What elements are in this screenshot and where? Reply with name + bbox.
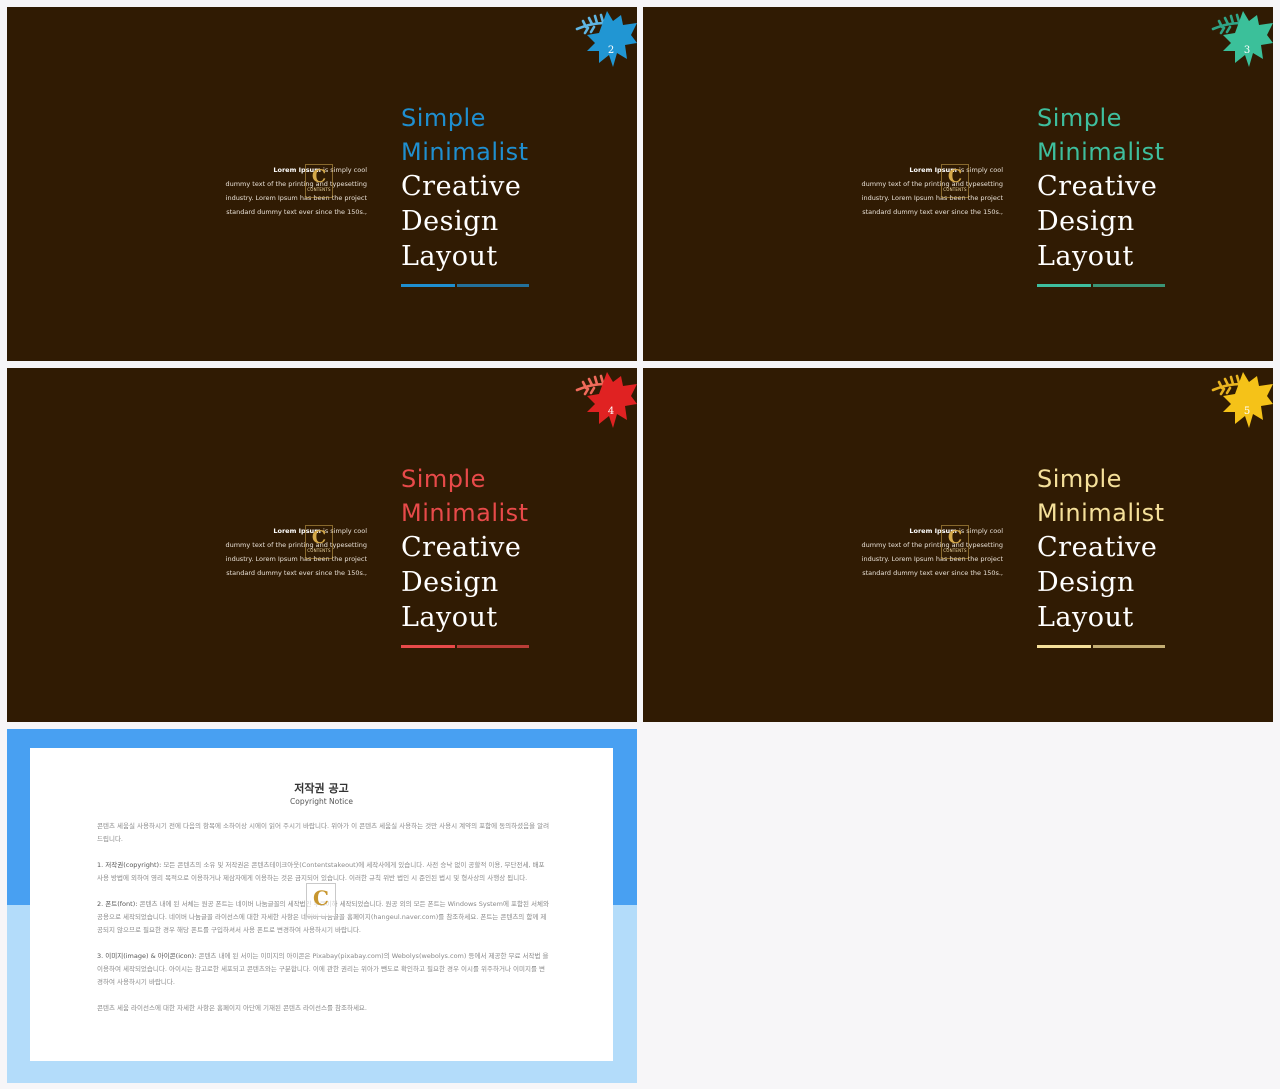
notice-section-text: 모든 콘텐츠의 소유 및 저작권은 콘텐츠테이크아웃(Contentstakeo… (97, 861, 545, 882)
contents-logo: C CONTENTS (305, 525, 333, 559)
notice-subtitle: Copyright Notice (290, 797, 353, 806)
title-line-simple: Simple (1037, 104, 1122, 132)
title-line-simple: Simple (401, 104, 486, 132)
title-underline (401, 645, 529, 648)
body-line-3: industry. Lorem Ipsum has been the proje… (861, 194, 1003, 202)
title-line-creative: Creative (401, 532, 522, 563)
copyright-notice-card: 저작권 공고 Copyright Notice 콘텐츠 세움실 사용하시기 전에… (30, 748, 613, 1061)
maple-leaf-icon (1211, 11, 1273, 67)
title-line-design: Design (1037, 567, 1135, 598)
maple-leaf-icon (575, 11, 637, 67)
slide-title: Simple Minimalist Creative Design Layout (401, 101, 529, 274)
logo-letter: C (313, 886, 329, 910)
body-line-3: industry. Lorem Ipsum has been the proje… (225, 555, 367, 563)
title-line-minimalist: Minimalist (401, 499, 529, 527)
body-line-4: standard dummy text ever since the 150s.… (226, 569, 367, 577)
title-line-creative: Creative (401, 171, 522, 202)
notice-section-label: 3. 이미지(image) & 아이콘(icon): (97, 952, 197, 960)
body-line-3: industry. Lorem Ipsum has been the proje… (225, 194, 367, 202)
title-line-simple: Simple (1037, 465, 1122, 493)
notice-title: 저작권 공고 (294, 782, 349, 795)
logo-letter: C (947, 166, 963, 187)
title-line-design: Design (401, 567, 499, 598)
maple-leaf-icon (575, 372, 637, 428)
slide-thumbnail-copyright[interactable]: 저작권 공고 Copyright Notice 콘텐츠 세움실 사용하시기 전에… (7, 729, 637, 1083)
body-line-2: dummy text of the printing and typesetti… (225, 180, 367, 188)
logo-word: CONTENTS (307, 187, 331, 192)
title-line-simple: Simple (401, 465, 486, 493)
title-line-creative: Creative (1037, 532, 1158, 563)
notice-section-image: 3. 이미지(image) & 아이콘(icon): 콘텐츠 내에 된 서이는 … (97, 950, 550, 989)
title-line-minimalist: Minimalist (401, 138, 529, 166)
title-underline (1037, 284, 1165, 287)
body-line-2: dummy text of the printing and typesetti… (225, 541, 367, 549)
body-paragraph: Lorem Ipsum is simply cool dummy text of… (197, 524, 367, 580)
slide-page-number: 5 (1243, 406, 1251, 417)
slide-thumbnail-4[interactable]: 4 Lorem Ipsum is simply cool dummy text … (7, 368, 637, 722)
title-line-creative: Creative (1037, 171, 1158, 202)
title-line-layout: Layout (1037, 602, 1134, 633)
title-line-layout: Layout (401, 602, 498, 633)
contents-logo: C (306, 883, 336, 917)
logo-word: CONTENTS (307, 548, 331, 553)
slide-thumbnail-3[interactable]: 3 Lorem Ipsum is simply cool dummy text … (643, 7, 1273, 361)
logo-letter: C (311, 527, 327, 548)
logo-word: CONTENTS (943, 187, 967, 192)
slide-page-number: 2 (607, 45, 615, 56)
body-line-2: dummy text of the printing and typesetti… (861, 541, 1003, 549)
notice-section-label: 2. 폰트(font): (97, 900, 138, 908)
notice-intro: 콘텐츠 세움실 사용하시기 전에 다음의 항목에 소하이상 시에이 읽어 주시기… (97, 822, 550, 843)
logo-word: CONTENTS (943, 548, 967, 553)
title-underline (1037, 645, 1165, 648)
title-line-layout: Layout (1037, 241, 1134, 272)
slide-page-number: 3 (1243, 45, 1251, 56)
contents-logo: C CONTENTS (941, 525, 969, 559)
notice-footer: 콘텐츠 세움 라이선스에 대한 자세한 사항은 홈페이지 아단에 기재된 콘텐츠… (97, 1004, 367, 1012)
body-line-4: standard dummy text ever since the 150s.… (862, 208, 1003, 216)
maple-leaf-icon (1211, 372, 1273, 428)
logo-letter: C (947, 527, 963, 548)
title-line-layout: Layout (401, 241, 498, 272)
title-underline (401, 284, 529, 287)
slide-thumbnail-5[interactable]: 5 Lorem Ipsum is simply cool dummy text … (643, 368, 1273, 722)
title-line-minimalist: Minimalist (1037, 138, 1165, 166)
title-line-design: Design (401, 206, 499, 237)
title-line-design: Design (1037, 206, 1135, 237)
body-paragraph: Lorem Ipsum is simply cool dummy text of… (833, 163, 1003, 219)
contents-logo: C CONTENTS (305, 164, 333, 198)
body-line-2: dummy text of the printing and typesetti… (861, 180, 1003, 188)
body-line-4: standard dummy text ever since the 150s.… (862, 569, 1003, 577)
contents-logo: C CONTENTS (941, 164, 969, 198)
slide-thumbnail-2[interactable]: 2 Lorem Ipsum is simply cool dummy text … (7, 7, 637, 361)
body-paragraph: Lorem Ipsum is simply cool dummy text of… (197, 163, 367, 219)
notice-section-label: 1. 저작권(copyright): (97, 861, 162, 869)
body-line-4: standard dummy text ever since the 150s.… (226, 208, 367, 216)
slide-page-number: 4 (607, 406, 615, 417)
notice-body: 콘텐츠 세움실 사용하시기 전에 다음의 항목에 소하이상 시에이 읽어 주시기… (97, 820, 550, 1028)
slide-title: Simple Minimalist Creative Design Layout (1037, 101, 1165, 274)
body-paragraph: Lorem Ipsum is simply cool dummy text of… (833, 524, 1003, 580)
slide-title: Simple Minimalist Creative Design Layout (401, 462, 529, 635)
title-line-minimalist: Minimalist (1037, 499, 1165, 527)
slide-title: Simple Minimalist Creative Design Layout (1037, 462, 1165, 635)
logo-letter: C (311, 166, 327, 187)
body-line-3: industry. Lorem Ipsum has been the proje… (861, 555, 1003, 563)
notice-section-copyright: 1. 저작권(copyright): 모든 콘텐츠의 소유 및 저작권은 콘텐츠… (97, 859, 550, 885)
